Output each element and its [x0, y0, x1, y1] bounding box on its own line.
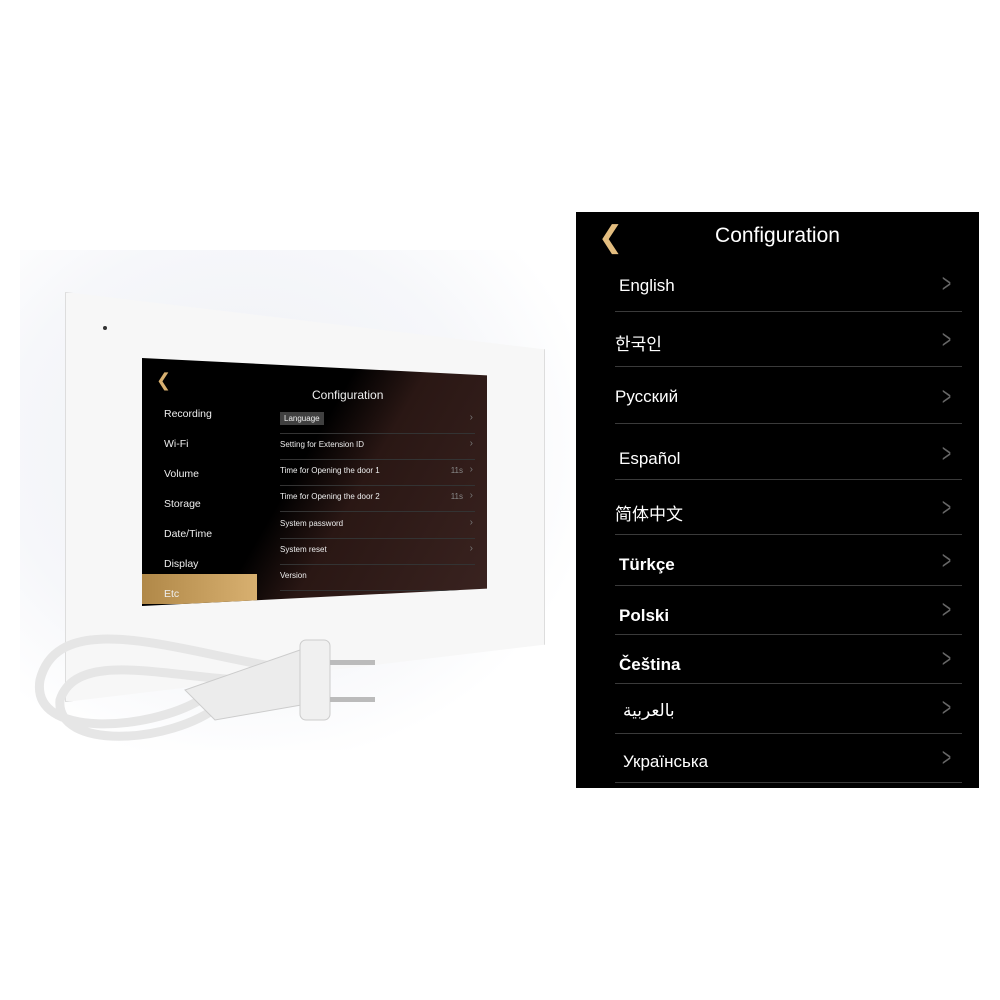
chevron-right-icon: > [941, 492, 951, 522]
language-item-czech[interactable]: Čeština > [615, 635, 962, 684]
language-item-chinese[interactable]: 简体中文 > [615, 480, 962, 535]
chevron-right-icon: > [941, 742, 951, 772]
language-item-english[interactable]: English > [615, 262, 962, 312]
chevron-right-icon: > [941, 381, 951, 411]
chevron-right-icon: > [941, 268, 951, 298]
panel-title: Configuration [715, 224, 840, 247]
chevron-right-icon: > [941, 692, 951, 722]
chevron-right-icon: > [941, 438, 951, 468]
chevron-right-icon: > [941, 545, 951, 575]
language-label: بالعربية [623, 701, 675, 720]
language-label: Türkçe [619, 555, 675, 574]
configuration-language-panel: ❮ Configuration English > 한국인 > Русский > E… [576, 212, 979, 788]
language-item-korean[interactable]: 한국인 > [615, 312, 962, 367]
language-label: Čeština [619, 655, 681, 674]
language-label: English [619, 276, 675, 295]
language-label: 简体中文 [615, 505, 683, 524]
chevron-right-icon: > [941, 324, 951, 354]
language-label: Español [619, 449, 681, 468]
language-label: Polski [619, 606, 670, 625]
language-item-ukrainian[interactable]: Українська > [615, 734, 962, 783]
language-item-russian[interactable]: Русский > [615, 367, 962, 424]
chevron-right-icon: > [941, 594, 951, 624]
language-item-polish[interactable]: Polski > [615, 586, 962, 635]
language-label: 한국인 [615, 335, 662, 354]
chevron-right-icon: > [941, 643, 951, 673]
language-item-spanish[interactable]: Español > [615, 424, 962, 480]
language-item-arabic[interactable]: بالعربية > [615, 684, 962, 734]
language-label: Русский [615, 387, 679, 406]
language-label: Українська [623, 752, 709, 771]
language-item-turkish[interactable]: Türkçe > [615, 535, 962, 586]
